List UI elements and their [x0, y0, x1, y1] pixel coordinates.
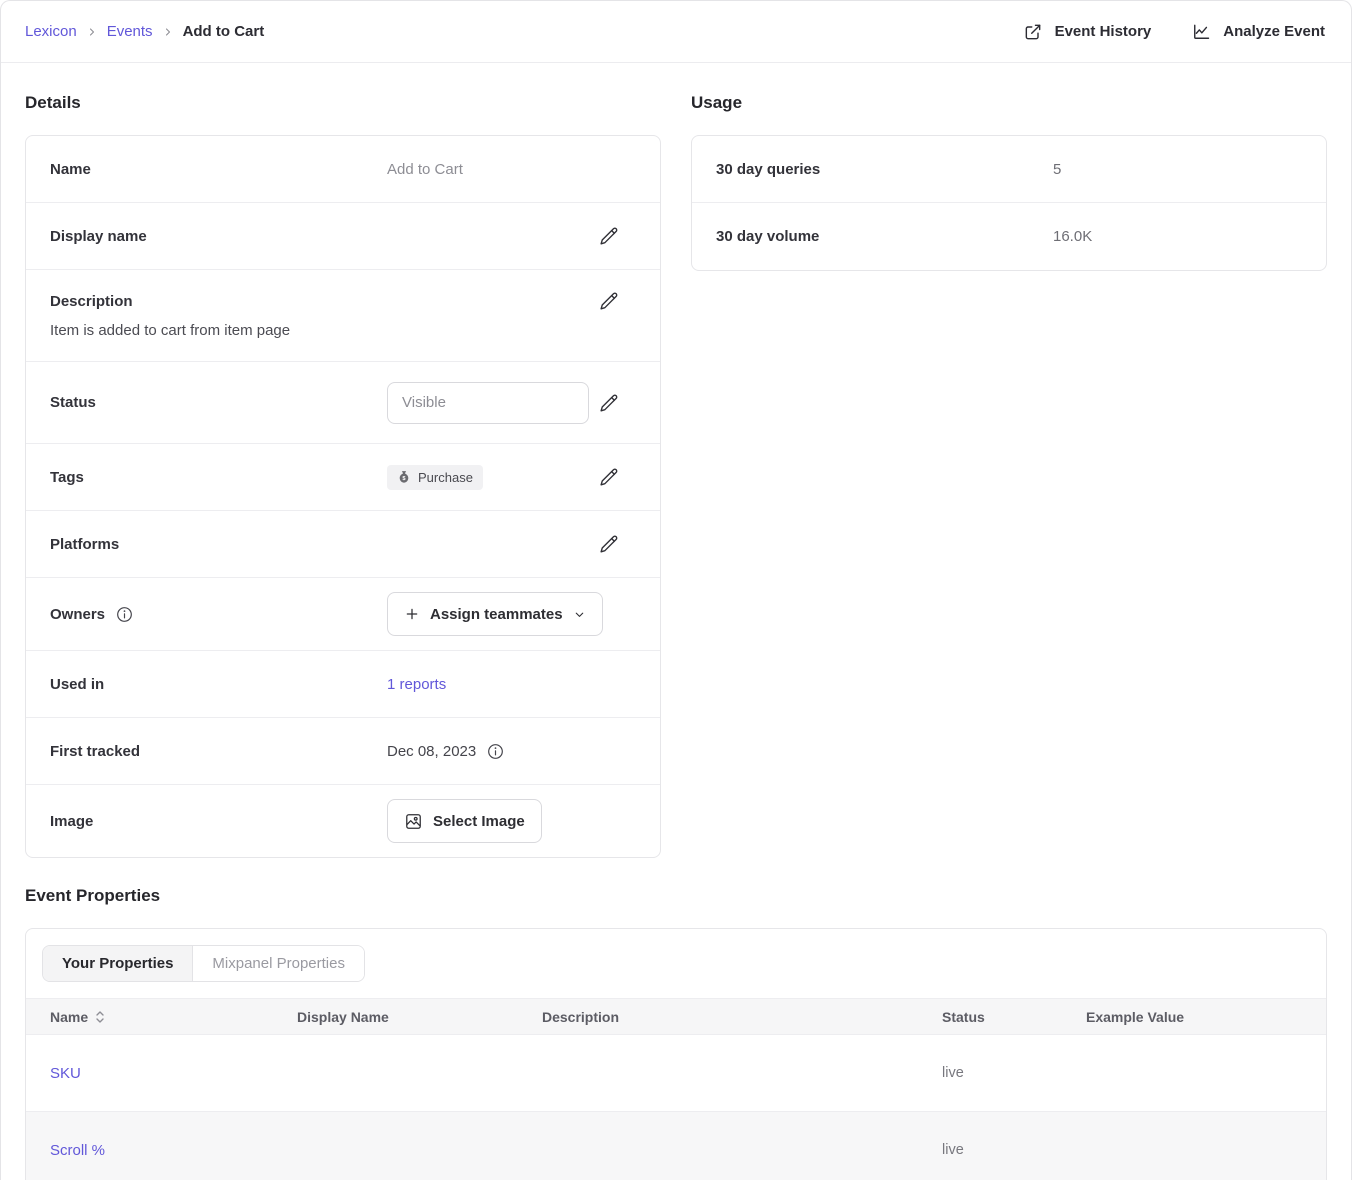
select-image-button[interactable]: Select Image: [387, 799, 542, 843]
tag-purchase[interactable]: $ Purchase: [387, 465, 483, 490]
breadcrumb-events[interactable]: Events: [107, 23, 153, 40]
queries-value: 5: [1053, 161, 1286, 178]
status-select[interactable]: Visible: [387, 382, 589, 424]
select-image-label: Select Image: [433, 813, 525, 830]
plus-icon: [404, 606, 420, 622]
name-value: Add to Cart: [387, 161, 620, 178]
money-bag-icon: $: [397, 470, 411, 484]
edit-tags-button[interactable]: [598, 466, 620, 488]
description-value: Item is added to cart from item page: [50, 322, 620, 339]
event-properties-section: Event Properties Your Properties Mixpane…: [25, 886, 1327, 1180]
usage-row-queries: 30 day queries 5: [692, 136, 1326, 203]
usage-title: Usage: [691, 93, 1327, 113]
properties-tab-group: Your Properties Mixpanel Properties: [42, 945, 365, 982]
detail-row-description: Description Item is added to cart from i…: [26, 270, 660, 362]
used-in-label: Used in: [50, 676, 387, 693]
reports-link[interactable]: 1 reports: [387, 676, 446, 693]
column-status: Status: [942, 1009, 1086, 1025]
first-tracked-value: Dec 08, 2023: [387, 743, 476, 760]
detail-row-owners: Owners Assign teammates: [26, 578, 660, 651]
properties-table-header: Name Display Name Description Status Exa…: [26, 998, 1326, 1035]
detail-row-used-in: Used in 1 reports: [26, 651, 660, 718]
image-label: Image: [50, 813, 387, 830]
property-status: live: [942, 1065, 1086, 1081]
chevron-right-icon: [162, 26, 174, 38]
details-section: Details Name Add to Cart Display name: [25, 63, 661, 858]
edit-description-button[interactable]: [598, 290, 620, 312]
status-label: Status: [50, 394, 387, 411]
volume-label: 30 day volume: [716, 228, 1053, 245]
display-name-label: Display name: [50, 228, 387, 245]
usage-card: 30 day queries 5 30 day volume 16.0K: [691, 135, 1327, 271]
property-link-scroll-pct[interactable]: Scroll %: [50, 1142, 105, 1159]
detail-row-status: Status Visible: [26, 362, 660, 444]
pencil-icon: [598, 466, 620, 488]
breadcrumb-current-event: Add to Cart: [183, 23, 265, 40]
lexicon-event-detail-page: Lexicon Events Add to Cart Event History: [0, 0, 1352, 1180]
property-link-sku[interactable]: SKU: [50, 1065, 81, 1082]
external-link-icon: [1023, 22, 1043, 42]
assign-teammates-button[interactable]: Assign teammates: [387, 592, 603, 636]
chevron-down-icon: [573, 608, 586, 621]
tab-mixpanel-properties[interactable]: Mixpanel Properties: [192, 946, 364, 981]
column-description: Description: [542, 1009, 942, 1025]
header-actions: Event History Analyze Event: [1023, 22, 1325, 42]
property-row-sku[interactable]: SKU live: [26, 1035, 1326, 1112]
tags-label: Tags: [50, 469, 387, 486]
edit-status-button[interactable]: [598, 392, 620, 414]
name-label: Name: [50, 161, 387, 178]
analyze-event-button[interactable]: Analyze Event: [1191, 22, 1325, 42]
property-row-scroll-pct[interactable]: Scroll % live: [26, 1112, 1326, 1180]
breadcrumb: Lexicon Events Add to Cart: [25, 23, 264, 40]
edit-display-name-button[interactable]: [598, 225, 620, 247]
column-example-value: Example Value: [1086, 1009, 1326, 1025]
pencil-icon: [598, 225, 620, 247]
column-display-name: Display Name: [297, 1009, 542, 1025]
usage-row-volume: 30 day volume 16.0K: [692, 203, 1326, 270]
info-icon[interactable]: [486, 742, 505, 761]
detail-row-name: Name Add to Cart: [26, 136, 660, 203]
column-name[interactable]: Name: [50, 1009, 88, 1025]
detail-row-tags: Tags $ Purchase: [26, 444, 660, 511]
top-bar: Lexicon Events Add to Cart Event History: [1, 1, 1351, 63]
usage-section: Usage 30 day queries 5 30 day volume 16.…: [691, 63, 1327, 271]
pencil-icon: [598, 533, 620, 555]
breadcrumb-lexicon[interactable]: Lexicon: [25, 23, 77, 40]
pencil-icon: [598, 290, 620, 312]
chevron-right-icon: [86, 26, 98, 38]
image-icon: [404, 812, 423, 831]
detail-row-platforms: Platforms: [26, 511, 660, 578]
platforms-label: Platforms: [50, 536, 387, 553]
event-properties-title: Event Properties: [25, 886, 1327, 906]
tag-label: Purchase: [418, 470, 473, 485]
info-icon[interactable]: [115, 605, 134, 624]
event-properties-card: Your Properties Mixpanel Properties Name…: [25, 928, 1327, 1180]
analyze-event-label: Analyze Event: [1223, 23, 1325, 40]
detail-row-first-tracked: First tracked Dec 08, 2023: [26, 718, 660, 785]
sort-icon[interactable]: [95, 1010, 105, 1024]
main-content: Details Name Add to Cart Display name: [1, 63, 1351, 1180]
event-history-button[interactable]: Event History: [1023, 22, 1152, 42]
property-status: live: [942, 1142, 1086, 1158]
edit-platforms-button[interactable]: [598, 533, 620, 555]
details-title: Details: [25, 93, 661, 113]
detail-row-image: Image Select Image: [26, 785, 660, 857]
line-chart-icon: [1191, 22, 1211, 42]
pencil-icon: [598, 392, 620, 414]
volume-value: 16.0K: [1053, 228, 1286, 245]
queries-label: 30 day queries: [716, 161, 1053, 178]
assign-teammates-label: Assign teammates: [430, 606, 563, 623]
tab-your-properties[interactable]: Your Properties: [43, 946, 192, 981]
event-history-label: Event History: [1055, 23, 1152, 40]
details-card: Name Add to Cart Display name: [25, 135, 661, 858]
description-label: Description: [50, 293, 387, 310]
detail-row-display-name: Display name: [26, 203, 660, 270]
owners-label: Owners: [50, 606, 105, 623]
first-tracked-label: First tracked: [50, 743, 387, 760]
